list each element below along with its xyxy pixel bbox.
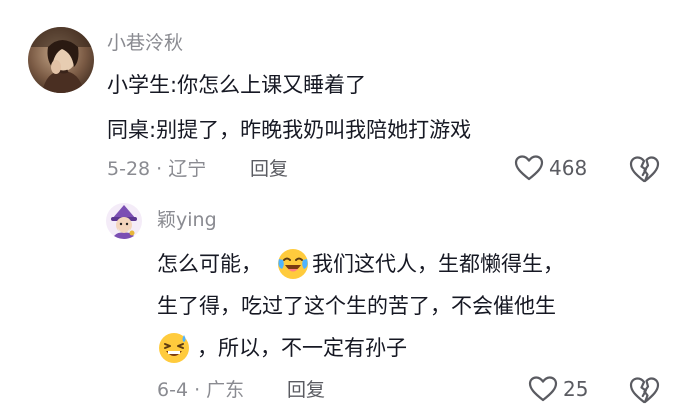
reply-text-line: ，所以，不一定有孙子	[157, 331, 407, 365]
comment-text-line: 同桌:别提了，昨晚我奶叫我陪她打游戏	[107, 118, 472, 142]
comment-username[interactable]: 小巷泠秋	[107, 30, 183, 56]
like-button[interactable]: 468	[514, 154, 587, 182]
comment-date-location: 5-28 · 辽宁	[107, 158, 207, 180]
broken-heart-icon	[629, 156, 660, 183]
reply-text-segment: ，所以，不一定有孙子	[197, 336, 407, 360]
reply-username[interactable]: 颖ying	[157, 207, 217, 233]
crying-laughing-emoji-icon	[278, 249, 308, 279]
user-avatar[interactable]	[28, 27, 94, 93]
reply-text-line: 生了得，吃过了这个生的苦了，不会催他生	[157, 294, 556, 318]
heart-icon	[514, 155, 544, 181]
comment-item: 小巷泠秋 小学生:你怎么上课又睡着了 同桌:别提了，昨晚我奶叫我陪她打游戏 5-…	[0, 0, 690, 195]
wizard-avatar-icon	[106, 203, 142, 239]
broken-heart-icon	[629, 377, 660, 404]
comment-text-line: 小学生:你怎么上课又睡着了	[107, 73, 367, 97]
reply-text-segment: 我们这代人，生都懒得生，	[312, 252, 564, 276]
reply-date-location: 6-4 · 广东	[157, 379, 245, 401]
like-count: 468	[549, 156, 588, 180]
reply-button[interactable]: 回复	[250, 156, 288, 182]
heart-icon	[528, 376, 558, 402]
dislike-button[interactable]	[628, 154, 660, 188]
reply-text-segment: 怎么可能，	[157, 252, 262, 276]
dislike-button[interactable]	[628, 375, 660, 409]
reply-button[interactable]: 回复	[287, 377, 325, 403]
like-count: 25	[563, 377, 589, 401]
avatar-photo-icon	[28, 27, 94, 93]
reply-item: 颖ying 怎么可能， 我们这代人，生都懒得生， 生了得，吃过了这个生的苦了，不…	[0, 195, 690, 413]
like-button[interactable]: 25	[528, 375, 588, 403]
reply-text-line: 怎么可能， 我们这代人，生都懒得生，	[157, 247, 564, 281]
laughing-sweat-emoji-icon	[159, 333, 189, 363]
user-avatar[interactable]	[106, 203, 142, 239]
